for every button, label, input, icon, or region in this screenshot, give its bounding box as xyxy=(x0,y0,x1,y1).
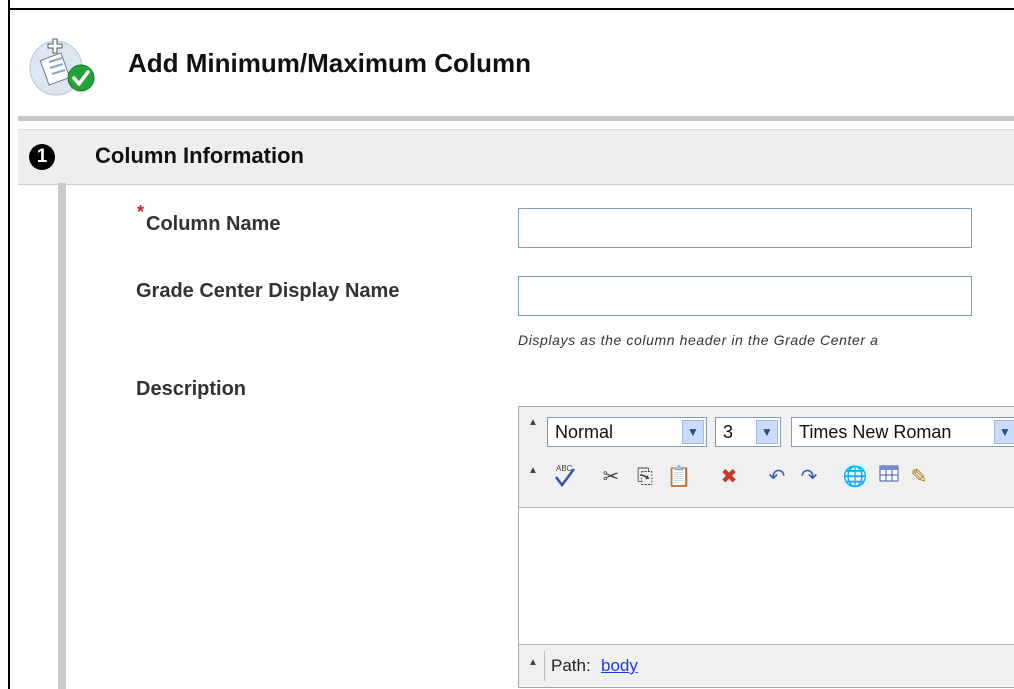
step-header: 1 Column Information xyxy=(18,129,1014,185)
description-editor: ▲ Normal ▼ 3 ▼ Times New Roman ▼ ▲ ABC ✂… xyxy=(518,406,1014,688)
chevron-down-icon: ▼ xyxy=(994,420,1014,444)
window-frame-left xyxy=(8,0,10,689)
add-column-icon xyxy=(29,38,95,96)
font-family-select[interactable]: Times New Roman ▼ xyxy=(791,417,1014,447)
header-divider xyxy=(18,116,1014,121)
copy-icon[interactable]: ⎘ xyxy=(631,463,659,491)
insert-link-icon[interactable]: 🌐 xyxy=(841,463,869,491)
path-label: Path: xyxy=(551,656,591,675)
window-frame-top xyxy=(8,8,1014,10)
remove-format-icon[interactable]: ✖ xyxy=(715,463,743,491)
insert-table-icon[interactable] xyxy=(875,463,903,491)
path-separator xyxy=(544,651,545,681)
format-select-value: Normal xyxy=(555,422,614,442)
editor-path-bar: ▲ Path: body xyxy=(519,644,1014,687)
collapse-toolbar-icon[interactable]: ▲ xyxy=(528,465,538,476)
page-title: Add Minimum/Maximum Column xyxy=(128,48,531,78)
column-name-label: Column Name xyxy=(146,213,281,235)
spellcheck-icon[interactable]: ABC xyxy=(551,461,579,489)
font-family-select-value: Times New Roman xyxy=(799,422,952,442)
description-label: Description xyxy=(136,378,247,400)
display-name-label: Grade Center Display Name xyxy=(136,280,400,302)
chevron-down-icon: ▼ xyxy=(756,420,778,444)
display-name-hint: Displays as the column header in the Gra… xyxy=(518,332,879,348)
editor-toolbar-format: ▲ Normal ▼ 3 ▼ Times New Roman ▼ xyxy=(519,407,1014,457)
path-body-link[interactable]: body xyxy=(601,656,638,676)
paste-icon[interactable]: 📋 xyxy=(665,463,693,491)
redo-icon[interactable]: ↷ xyxy=(795,463,823,491)
collapse-toolbar-icon[interactable]: ▲ xyxy=(528,417,538,428)
step-number-badge: 1 xyxy=(29,144,55,170)
font-size-select-value: 3 xyxy=(723,422,734,442)
page-header: Add Minimum/Maximum Column xyxy=(28,28,1008,98)
pencil-icon[interactable]: ✎ xyxy=(905,463,933,491)
required-marker: * xyxy=(137,202,145,222)
format-select[interactable]: Normal ▼ xyxy=(547,417,707,447)
collapse-toolbar-icon[interactable]: ▲ xyxy=(528,657,538,668)
svg-text:ABC: ABC xyxy=(556,464,573,473)
step-title: Column Information xyxy=(95,143,304,168)
editor-toolbar-actions: ▲ ABC ✂ ⎘ 📋 ✖ ↶ ↷ 🌐 ✎ xyxy=(519,457,1014,508)
undo-icon[interactable]: ↶ xyxy=(763,463,791,491)
step-indicator-line xyxy=(58,183,66,689)
font-size-select[interactable]: 3 ▼ xyxy=(715,417,781,447)
cut-icon[interactable]: ✂ xyxy=(597,463,625,491)
editor-content-area[interactable] xyxy=(519,508,1014,646)
chevron-down-icon: ▼ xyxy=(682,420,704,444)
display-name-input[interactable] xyxy=(518,276,972,316)
column-name-input[interactable] xyxy=(518,208,972,248)
